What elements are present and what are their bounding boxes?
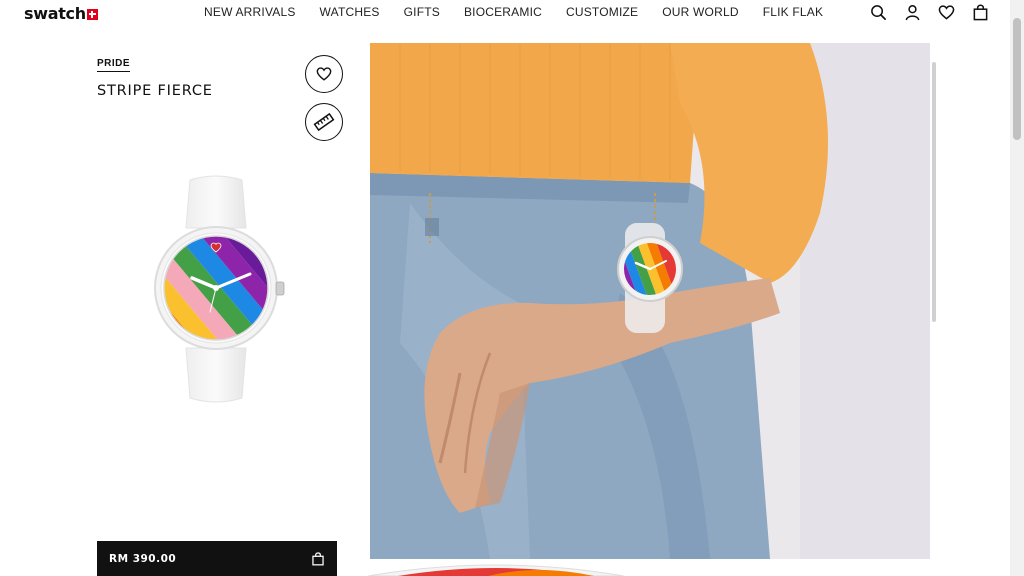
page-scrollbar[interactable]	[1010, 0, 1024, 576]
nav-item-bioceramic[interactable]: BIOCERAMIC	[464, 5, 542, 19]
product-watch-image[interactable]	[150, 170, 300, 410]
heart-icon	[316, 67, 332, 81]
header-icons	[870, 4, 989, 21]
size-guide-button[interactable]	[305, 103, 343, 141]
bag-icon	[312, 551, 324, 565]
scrollbar-thumb[interactable]	[1013, 18, 1021, 140]
watch-dial-closeup-photo	[368, 564, 624, 576]
gallery-image-2[interactable]	[368, 562, 624, 576]
search-icon[interactable]	[870, 4, 887, 21]
gallery-scrollbar[interactable]	[932, 62, 936, 322]
collection-label[interactable]: PRIDE	[97, 58, 131, 72]
lifestyle-image[interactable]	[370, 43, 930, 559]
product-title: STRIPE FIERCE	[97, 83, 213, 99]
nav-item-our-world[interactable]: OUR WORLD	[662, 5, 738, 19]
logo-text: swatch	[24, 4, 86, 23]
product-price: RM 390.00	[109, 552, 177, 565]
bag-icon[interactable]	[972, 4, 989, 21]
site-header: swatch NEW ARRIVALS WATCHES GIFTS BIOCER…	[0, 0, 1010, 26]
main-nav: NEW ARRIVALS WATCHES GIFTS BIOCERAMIC CU…	[204, 5, 823, 19]
nav-item-gifts[interactable]: GIFTS	[404, 5, 440, 19]
account-icon[interactable]	[904, 4, 921, 21]
nav-item-new-arrivals[interactable]: NEW ARRIVALS	[204, 5, 296, 19]
nav-item-flik-flak[interactable]: FLIK FLAK	[763, 5, 824, 19]
swatch-logo[interactable]: swatch	[24, 4, 98, 23]
nav-item-customize[interactable]: CUSTOMIZE	[566, 5, 638, 19]
nav-item-watches[interactable]: WATCHES	[320, 5, 380, 19]
add-to-wishlist-button[interactable]	[305, 55, 343, 93]
swiss-cross-icon	[86, 8, 98, 20]
add-to-bag-bar[interactable]: RM 390.00	[97, 541, 337, 576]
ruler-icon	[313, 112, 335, 132]
wishlist-icon[interactable]	[938, 4, 955, 21]
model-wearing-watch-photo	[370, 43, 930, 559]
